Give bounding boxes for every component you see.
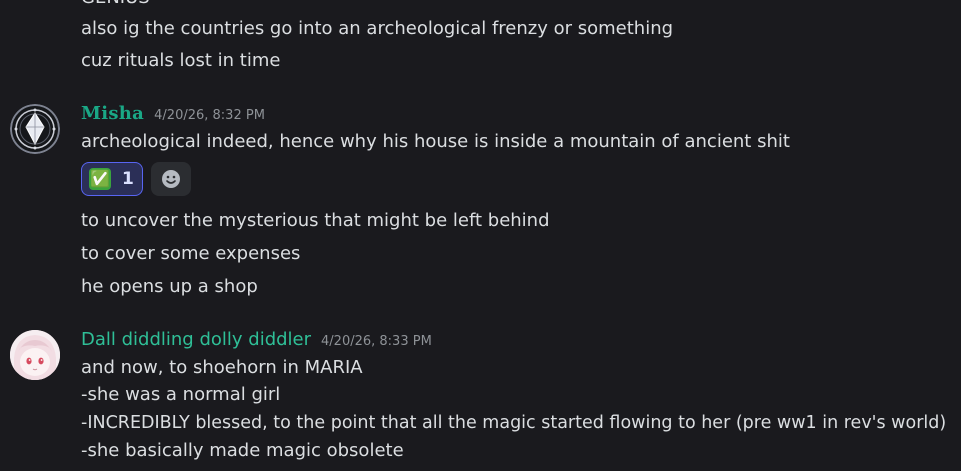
username[interactable]: Misha xyxy=(81,103,144,124)
timestamp[interactable]: 4/20/26, 8:32 PM xyxy=(154,108,265,123)
partial-message-line: GENIUS xyxy=(81,0,150,10)
message-text: archeological indeed, hence why his hous… xyxy=(81,131,790,152)
add-reaction-button[interactable] xyxy=(151,162,191,196)
message-line: -she was a normal girl xyxy=(81,384,281,405)
message-line: -INCREDIBLY blessed, to the point that a… xyxy=(81,413,947,433)
dall-avatar[interactable] xyxy=(10,330,60,380)
misha-avatar[interactable] xyxy=(10,104,60,154)
reaction-count: 1 xyxy=(122,169,134,189)
reaction-button[interactable]: ✅ 1 xyxy=(81,162,143,196)
message-line: and now, to shoehorn in MARIA xyxy=(81,357,363,378)
dall-message-header: Dall diddling dolly diddler 4/20/26, 8:3… xyxy=(81,329,432,350)
anime-girl-icon xyxy=(10,330,60,380)
message-line: to uncover the mysterious that might be … xyxy=(81,210,550,231)
smiley-icon xyxy=(162,170,180,188)
message-line: cuz rituals lost in time xyxy=(81,50,281,71)
username[interactable]: Dall diddling dolly diddler xyxy=(81,329,311,350)
check-mark-icon: ✅ xyxy=(89,168,111,190)
message-line: he opens up a shop xyxy=(81,276,258,297)
misha-message-header: Misha 4/20/26, 8:32 PM xyxy=(81,103,265,124)
crystal-emblem-icon xyxy=(10,104,60,154)
timestamp[interactable]: 4/20/26, 8:33 PM xyxy=(321,334,432,349)
message-line: to cover some expenses xyxy=(81,243,301,264)
message-line: -she basically made magic obsolete xyxy=(81,440,404,461)
message-line: also ig the countries go into an archeol… xyxy=(81,18,674,39)
